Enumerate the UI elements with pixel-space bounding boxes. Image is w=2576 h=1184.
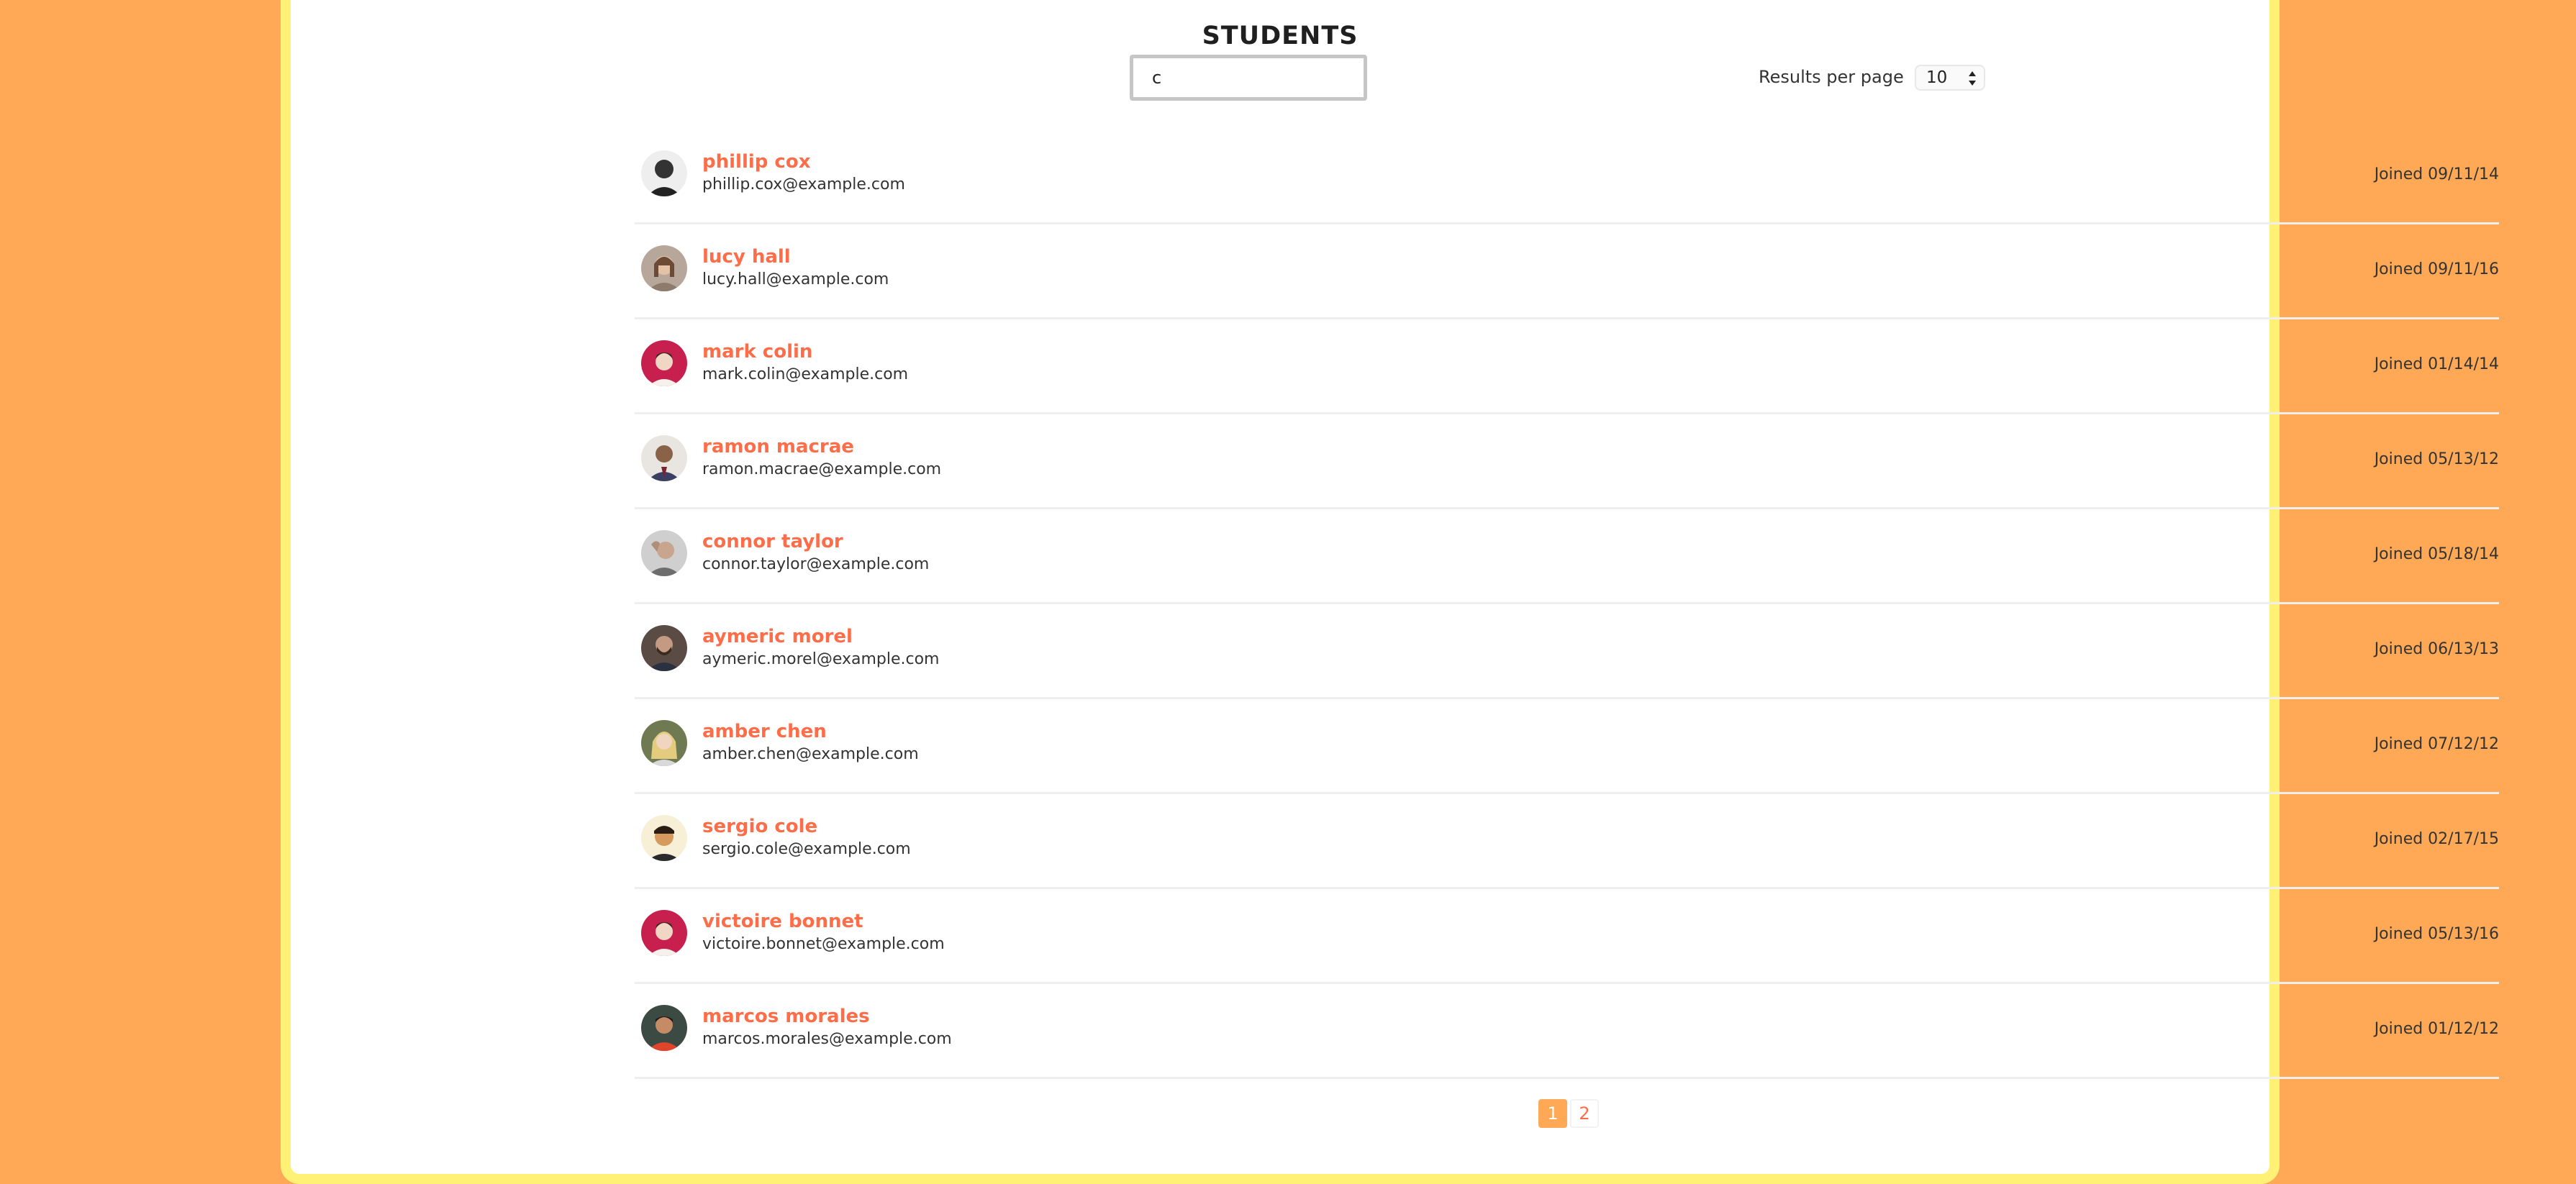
student-name[interactable]: lucy hall xyxy=(702,246,791,268)
student-joined-date: Joined 05/18/14 xyxy=(2374,545,2499,563)
student-name[interactable]: phillip cox xyxy=(702,151,810,173)
student-row[interactable]: connor taylor connor.taylor@example.com … xyxy=(635,509,2499,604)
student-joined-date: Joined 05/13/16 xyxy=(2374,925,2499,943)
page-button-1[interactable]: 1 xyxy=(1538,1099,1567,1128)
results-per-page-select[interactable]: 10 xyxy=(1915,65,1985,91)
student-joined-date: Joined 09/11/14 xyxy=(2374,165,2499,183)
select-arrows-icon xyxy=(1969,71,1976,86)
student-email: mark.colin@example.com xyxy=(702,365,909,383)
page-title: STUDENTS xyxy=(1202,22,1359,50)
student-avatar xyxy=(641,340,687,386)
student-avatar xyxy=(641,245,687,291)
content-panel: STUDENTS c Results per page 10 phillip c… xyxy=(281,0,2499,1184)
student-name[interactable]: aymeric morel xyxy=(702,626,853,647)
student-email: phillip.cox@example.com xyxy=(702,176,905,193)
student-row[interactable]: lucy hall lucy.hall@example.com Joined 0… xyxy=(635,224,2499,319)
search-input-value: c xyxy=(1152,68,1162,88)
student-avatar xyxy=(641,530,687,576)
student-email: ramon.macrae@example.com xyxy=(702,460,942,478)
student-avatar xyxy=(641,435,687,481)
student-avatar xyxy=(641,910,687,956)
student-name[interactable]: victoire bonnet xyxy=(702,911,863,932)
student-name[interactable]: connor taylor xyxy=(702,531,843,552)
pagination: 1 2 xyxy=(1538,1099,1599,1128)
student-email: lucy.hall@example.com xyxy=(702,270,889,288)
student-email: sergio.cole@example.com xyxy=(702,840,911,858)
student-email: aymeric.morel@example.com xyxy=(702,650,940,668)
results-per-page-value: 10 xyxy=(1926,68,1948,87)
student-email: marcos.morales@example.com xyxy=(702,1030,952,1048)
student-name[interactable]: ramon macrae xyxy=(702,436,854,457)
student-row[interactable]: victoire bonnet victoire.bonnet@example.… xyxy=(635,889,2499,984)
student-joined-date: Joined 01/14/14 xyxy=(2374,355,2499,373)
student-avatar xyxy=(641,720,687,766)
results-per-page-label: Results per page xyxy=(1759,67,1904,87)
student-name[interactable]: marcos morales xyxy=(702,1006,870,1027)
student-joined-date: Joined 07/12/12 xyxy=(2374,735,2499,753)
student-list: phillip cox phillip.cox@example.com Join… xyxy=(635,129,2499,1079)
student-name[interactable]: mark colin xyxy=(702,341,812,363)
student-joined-date: Joined 01/12/12 xyxy=(2374,1020,2499,1038)
student-joined-date: Joined 06/13/13 xyxy=(2374,640,2499,658)
student-name[interactable]: amber chen xyxy=(702,721,827,742)
student-joined-date: Joined 05/13/12 xyxy=(2374,450,2499,468)
student-row[interactable]: amber chen amber.chen@example.com Joined… xyxy=(635,699,2499,794)
student-name[interactable]: sergio cole xyxy=(702,816,817,837)
student-row[interactable]: mark colin mark.colin@example.com Joined… xyxy=(635,319,2499,414)
student-avatar xyxy=(641,815,687,861)
student-row[interactable]: sergio cole sergio.cole@example.com Join… xyxy=(635,794,2499,889)
student-avatar xyxy=(641,625,687,671)
student-email: amber.chen@example.com xyxy=(702,745,919,763)
student-joined-date: Joined 09/11/16 xyxy=(2374,260,2499,278)
student-email: victoire.bonnet@example.com xyxy=(702,935,945,953)
student-row[interactable]: ramon macrae ramon.macrae@example.com Jo… xyxy=(635,414,2499,509)
student-joined-date: Joined 02/17/15 xyxy=(2374,830,2499,848)
student-row[interactable]: aymeric morel aymeric.morel@example.com … xyxy=(635,604,2499,699)
student-avatar xyxy=(641,1005,687,1051)
student-avatar xyxy=(641,150,687,196)
student-email: connor.taylor@example.com xyxy=(702,555,930,573)
page-button-2[interactable]: 2 xyxy=(1570,1099,1599,1128)
search-input[interactable]: c xyxy=(1130,55,1367,101)
student-row[interactable]: marcos morales marcos.morales@example.co… xyxy=(635,984,2499,1079)
student-row[interactable]: phillip cox phillip.cox@example.com Join… xyxy=(635,129,2499,224)
